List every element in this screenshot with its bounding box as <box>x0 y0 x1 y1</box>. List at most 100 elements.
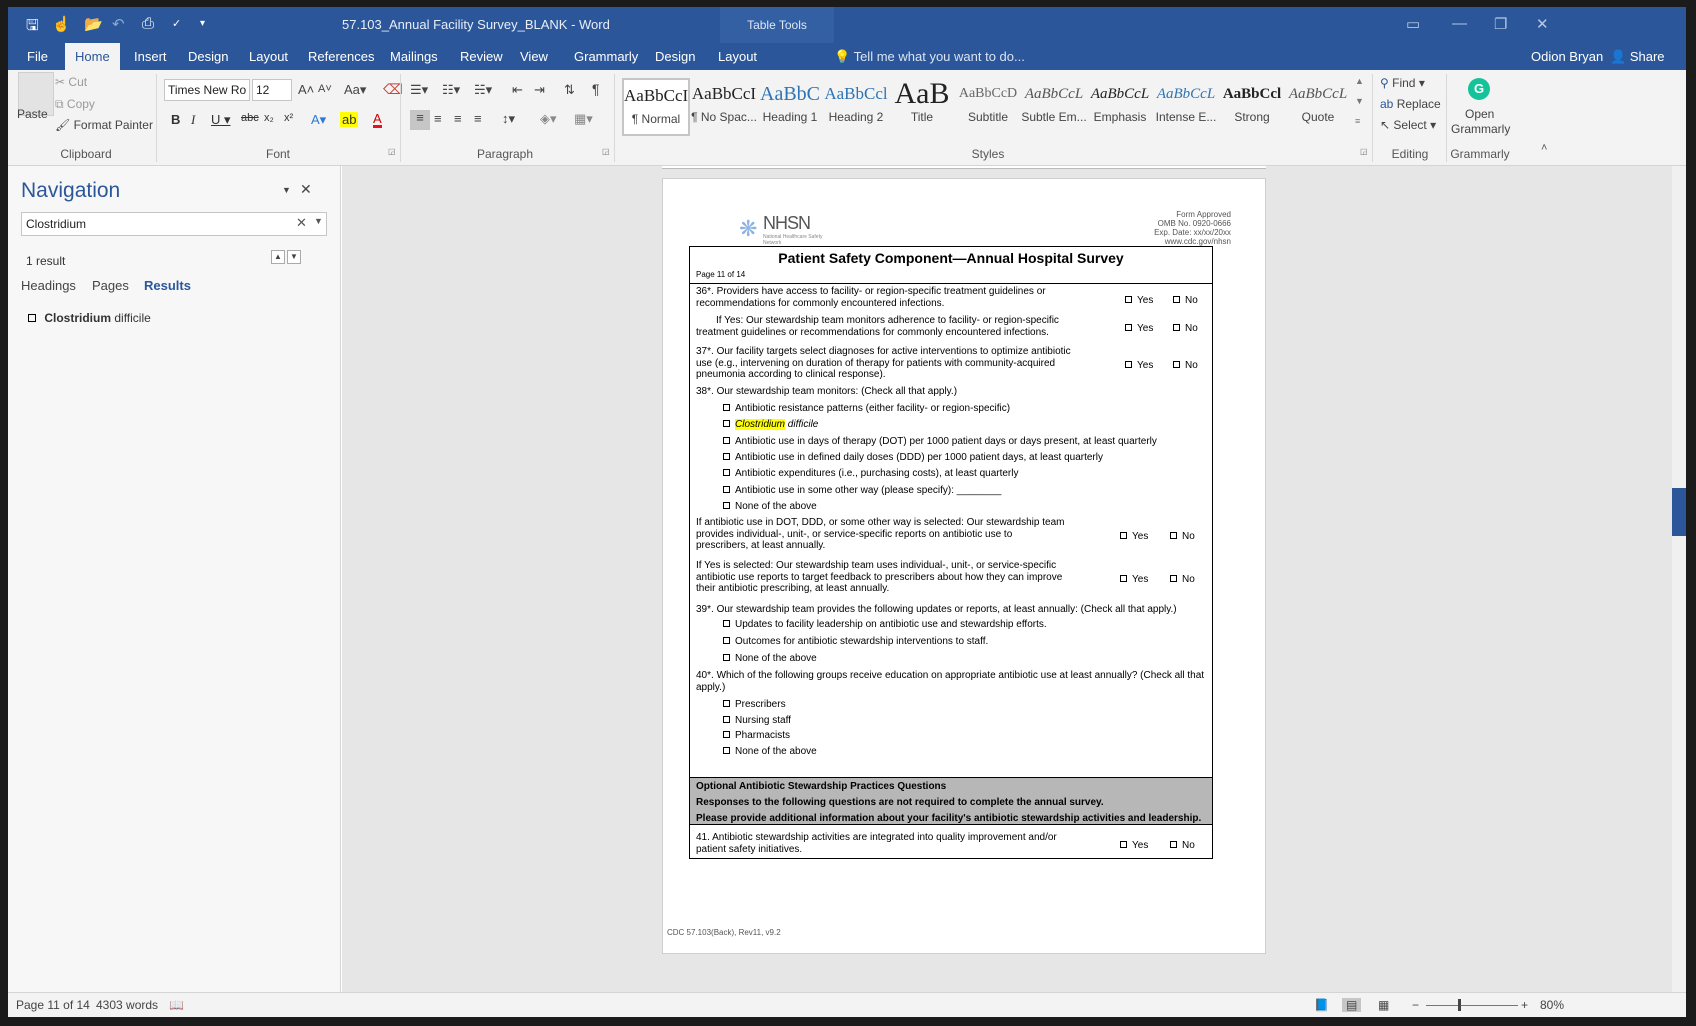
read-mode-icon[interactable]: 📘 <box>1314 998 1329 1012</box>
zoom-level[interactable]: 80% <box>1540 998 1564 1012</box>
grammarly-logo-icon[interactable]: G <box>1468 78 1490 100</box>
style-heading-2[interactable]: AaBbCcl Heading 2 <box>822 78 890 136</box>
q38-option-resistance[interactable]: Antibiotic resistance patterns (either f… <box>723 403 1010 414</box>
shading-icon[interactable]: ◈▾ <box>540 111 557 127</box>
strikethrough-icon[interactable]: abc <box>241 112 259 124</box>
nav-tab-headings[interactable]: Headings <box>21 278 76 293</box>
bold-icon[interactable]: B <box>171 112 180 127</box>
q40-option-prescribers[interactable]: Prescribers <box>723 699 786 710</box>
tab-layout[interactable]: Layout <box>239 43 298 70</box>
tab-insert[interactable]: Insert <box>124 43 177 70</box>
spelling-check-icon[interactable]: ✓ <box>172 17 181 30</box>
web-layout-icon[interactable]: ▦ <box>1378 998 1389 1012</box>
style-normal[interactable]: AaBbCcI ¶ Normal <box>622 78 690 136</box>
proofing-icon[interactable]: 📖 <box>169 998 184 1012</box>
customize-qat-icon[interactable]: ▾ <box>200 18 205 29</box>
q38-option-other[interactable]: Antibiotic use in some other way (please… <box>723 485 1001 496</box>
paste-button[interactable]: Paste <box>17 107 48 121</box>
tab-table-layout[interactable]: Layout <box>708 43 767 70</box>
shrink-font-icon[interactable]: A˅ <box>318 83 332 95</box>
minimize-icon[interactable]: — <box>1452 15 1467 32</box>
open-icon[interactable]: 📂 <box>84 15 103 33</box>
zoom-in-icon[interactable]: + <box>1521 998 1528 1012</box>
font-color-icon[interactable]: A <box>373 112 382 128</box>
q37-yes[interactable]: Yes <box>1125 360 1153 371</box>
save-icon[interactable]: 🖫 <box>26 15 39 40</box>
q36a-yes[interactable]: Yes <box>1125 323 1153 334</box>
style-quote[interactable]: AaBbCcL Quote <box>1284 78 1352 136</box>
styles-dialog-launcher-icon[interactable]: ◲ <box>1360 147 1368 156</box>
line-spacing-icon[interactable]: ↕▾ <box>502 111 515 127</box>
share-button[interactable]: 👤 Share <box>1610 43 1665 70</box>
style-emphasis[interactable]: AaBbCcL Emphasis <box>1086 78 1154 136</box>
tab-mailings[interactable]: Mailings <box>380 43 448 70</box>
nav-tab-results[interactable]: Results <box>144 278 191 293</box>
tab-design[interactable]: Design <box>178 43 238 70</box>
select-button[interactable]: ↖ Select ▾ <box>1380 118 1436 132</box>
format-painter-button[interactable]: 🖌 Format Painter <box>55 118 153 132</box>
q41-no[interactable]: No <box>1170 840 1195 851</box>
q36-no[interactable]: No <box>1173 295 1198 306</box>
q38b-no[interactable]: No <box>1170 574 1195 585</box>
next-result-icon[interactable]: ▼ <box>287 250 301 264</box>
tell-me-search[interactable]: 💡 Tell me what you want to do... <box>834 43 1025 70</box>
nav-tab-pages[interactable]: Pages <box>92 278 129 293</box>
align-left-icon[interactable]: ≡ <box>410 110 430 130</box>
close-nav-icon[interactable]: ✕ <box>300 181 312 198</box>
tab-grammarly[interactable]: Grammarly <box>564 43 648 70</box>
search-result-item[interactable]: Clostridium difficile <box>28 311 151 325</box>
nav-search-input[interactable] <box>21 212 327 236</box>
style-heading-1[interactable]: AaBbC Heading 1 <box>756 78 824 136</box>
word-count-status[interactable]: 4303 words <box>96 998 158 1012</box>
justify-icon[interactable]: ≡ <box>474 111 482 126</box>
collapse-ribbon-icon[interactable]: ˄ <box>1541 142 1547 154</box>
font-name-box[interactable]: Times New Ro <box>164 79 250 101</box>
superscript-icon[interactable]: x² <box>284 112 293 124</box>
q39-option-staff[interactable]: Outcomes for antibiotic stewardship inte… <box>723 636 988 647</box>
q36a-no[interactable]: No <box>1173 323 1198 334</box>
q38-option-expenditures[interactable]: Antibiotic expenditures (i.e., purchasin… <box>723 468 1018 479</box>
vertical-scrollbar[interactable] <box>1672 166 1686 992</box>
show-formatting-marks-icon[interactable]: ¶ <box>592 81 600 97</box>
print-layout-icon[interactable]: ▤ <box>1342 998 1362 1012</box>
q38-option-dot[interactable]: Antibiotic use in days of therapy (DOT) … <box>723 436 1157 447</box>
tab-file[interactable]: File <box>17 43 58 70</box>
align-right-icon[interactable]: ≡ <box>454 111 462 126</box>
paragraph-dialog-launcher-icon[interactable]: ◲ <box>602 147 610 156</box>
previous-result-icon[interactable]: ▲ <box>271 250 285 264</box>
q41-yes[interactable]: Yes <box>1120 840 1148 851</box>
font-dialog-launcher-icon[interactable]: ◲ <box>388 147 396 156</box>
q38a-yes[interactable]: Yes <box>1120 531 1148 542</box>
style-subtle-emphasis[interactable]: AaBbCcL Subtle Em... <box>1020 78 1088 136</box>
style-title[interactable]: AaB Title <box>888 78 956 136</box>
clear-search-icon[interactable]: ✕ <box>296 215 307 231</box>
page-count-status[interactable]: Page 11 of 14 <box>16 998 90 1012</box>
zoom-out-icon[interactable]: − <box>1412 998 1419 1012</box>
document-page[interactable]: ❋ NHSN National Healthcare Safety Networ… <box>662 178 1266 954</box>
q38b-yes[interactable]: Yes <box>1120 574 1148 585</box>
close-window-icon[interactable]: ✕ <box>1536 15 1549 33</box>
grow-font-icon[interactable]: A˄ <box>298 82 314 97</box>
increase-indent-icon[interactable]: ⇥ <box>534 82 545 98</box>
sort-icon[interactable]: ⇅ <box>564 82 575 98</box>
search-options-icon[interactable]: ▼ <box>314 216 323 226</box>
tab-review[interactable]: Review <box>450 43 513 70</box>
tab-references[interactable]: References <box>298 43 384 70</box>
scrollbar-thumb[interactable] <box>1672 488 1686 536</box>
q37-no[interactable]: No <box>1173 360 1198 371</box>
q40-option-pharmacists[interactable]: Pharmacists <box>723 730 790 741</box>
style-subtitle[interactable]: AaBbCcD Subtitle <box>954 78 1022 136</box>
q38a-no[interactable]: No <box>1170 531 1195 542</box>
tab-view[interactable]: View <box>510 43 558 70</box>
styles-more-icon[interactable]: ≡ <box>1355 116 1360 126</box>
multilevel-list-icon[interactable]: ☵▾ <box>474 82 492 98</box>
cut-button[interactable]: ✂ Cut <box>55 75 87 89</box>
bullets-icon[interactable]: ☰▾ <box>410 82 428 98</box>
style-no-spacing[interactable]: AaBbCcI ¶ No Spac... <box>690 78 758 136</box>
change-case-icon[interactable]: Aa▾ <box>344 82 366 98</box>
restore-icon[interactable]: ❐ <box>1494 15 1507 33</box>
text-effects-icon[interactable]: A▾ <box>311 112 326 128</box>
nav-options-icon[interactable]: ▼ <box>282 185 291 195</box>
font-size-box[interactable]: 12 <box>252 79 292 101</box>
zoom-slider-thumb[interactable] <box>1458 999 1461 1011</box>
